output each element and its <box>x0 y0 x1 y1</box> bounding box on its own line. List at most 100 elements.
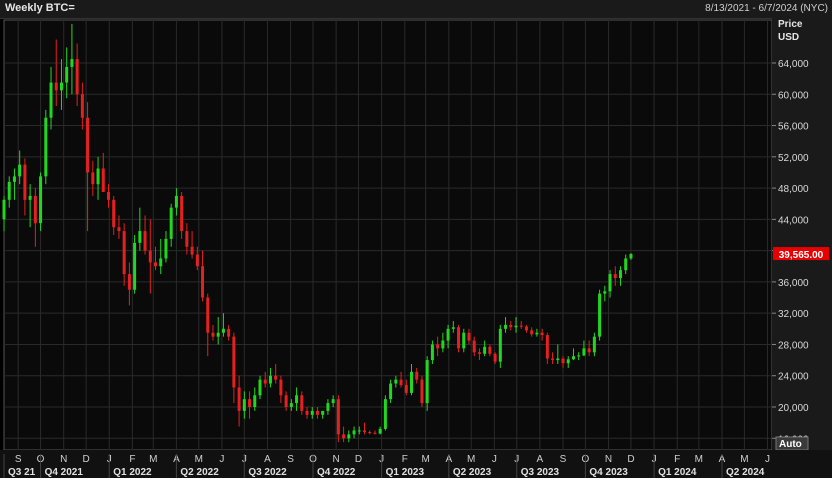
candle-body <box>295 395 299 404</box>
x-quarter-label: Q4 2021 <box>45 467 84 478</box>
x-month-label: M <box>149 454 157 465</box>
candle-body <box>514 325 518 328</box>
candle-body <box>368 432 372 434</box>
candle-body <box>143 231 147 251</box>
candle-body <box>519 325 523 327</box>
candle-body <box>195 254 199 267</box>
candle-body <box>540 332 544 336</box>
candle-body <box>65 66 69 83</box>
x-quarter-label: Q3 2022 <box>248 467 287 478</box>
candle-body <box>624 258 628 271</box>
candle-body <box>59 82 63 91</box>
candle-body <box>216 332 220 337</box>
candle-body <box>446 328 450 341</box>
candle-body <box>164 238 168 259</box>
candle-body <box>300 395 304 411</box>
y-tick-label: 36,000 <box>778 278 809 289</box>
candle-body <box>206 297 210 333</box>
x-month-label: N <box>605 454 612 465</box>
x-month-label: M <box>695 454 703 465</box>
last-price-tag: 39,565.00 <box>773 247 829 261</box>
candle-body <box>268 375 272 384</box>
candle-body <box>122 231 126 275</box>
candle-body <box>138 231 142 243</box>
x-quarter-label: Q1 2024 <box>658 467 697 478</box>
candle-body <box>551 358 555 361</box>
x-month-label: M <box>195 454 203 465</box>
candle-body <box>54 82 58 91</box>
candle-body <box>289 403 293 407</box>
candle-body <box>577 355 581 357</box>
x-quarter-label: Q3 2023 <box>521 467 560 478</box>
candle-body <box>362 430 366 433</box>
candle-body <box>336 399 340 435</box>
candle-body <box>410 371 414 393</box>
price-axis <box>772 18 832 450</box>
candle-body <box>185 231 189 247</box>
candle-body <box>28 195 32 200</box>
auto-scale-label[interactable]: Auto <box>779 439 802 450</box>
x-month-label: M <box>740 454 748 465</box>
candle-body <box>180 195 184 232</box>
candle-body <box>101 168 105 192</box>
candle-body <box>39 176 43 224</box>
x-month-label: A <box>537 454 544 465</box>
candle-body <box>248 399 252 407</box>
candle-body <box>133 242 137 290</box>
candle-body <box>227 328 231 337</box>
y-tick-label: 60,000 <box>778 90 809 101</box>
candle-body <box>49 82 53 118</box>
candle-body <box>2 199 6 220</box>
candle-body <box>357 430 361 432</box>
x-month-label: J <box>765 454 770 465</box>
candle-body <box>488 346 492 354</box>
candle-body <box>169 207 173 239</box>
x-month-label: M <box>467 454 475 465</box>
candle-body <box>451 327 455 329</box>
candle-body <box>556 358 560 361</box>
candle-body <box>618 270 622 278</box>
candle-body <box>352 430 356 435</box>
candle-body <box>112 199 116 228</box>
candle-body <box>18 164 22 177</box>
y-tick-label: 28,000 <box>778 340 809 351</box>
x-quarter-label: Q2 2023 <box>453 467 492 478</box>
x-quarter-label: Q2 2022 <box>180 467 219 478</box>
date-range[interactable]: 8/13/2021 - 6/7/2024 (NYC) <box>705 3 828 14</box>
candle-body <box>33 195 37 224</box>
candle-body <box>321 410 325 415</box>
candle-body <box>383 399 387 429</box>
x-quarter-label: Q2 2024 <box>726 467 765 478</box>
candle-body <box>561 358 565 364</box>
x-month-label: D <box>627 454 634 465</box>
candle-body <box>457 327 461 349</box>
candle-body <box>441 340 445 349</box>
y-tick-label: 48,000 <box>778 184 809 195</box>
x-month-label: A <box>264 454 271 465</box>
candle-body <box>430 344 434 361</box>
candle-body <box>467 332 471 341</box>
price-chart[interactable]: Price USD 16,00020,00024,00028,00032,000… <box>0 18 832 478</box>
price-axis-label: Price <box>778 19 803 30</box>
x-month-label: J <box>219 454 224 465</box>
candle-body <box>211 332 215 337</box>
candle-body <box>436 344 440 349</box>
candle-body <box>23 164 27 200</box>
chart-title: Weekly BTC= <box>5 2 75 14</box>
candle-body <box>242 399 246 411</box>
candle-body <box>629 254 633 259</box>
candle-body <box>498 328 502 362</box>
x-month-label: F <box>402 454 408 465</box>
candle-body <box>284 395 288 407</box>
candle-body <box>148 250 152 263</box>
x-quarter-label: Q4 2023 <box>589 467 628 478</box>
x-month-label: S <box>15 454 22 465</box>
chart-header: Weekly BTC= 8/13/2021 - 6/7/2024 (NYC) <box>0 0 832 19</box>
candle-body <box>44 117 48 177</box>
candle-body <box>117 227 121 232</box>
x-month-label: F <box>129 454 135 465</box>
candle-body <box>493 353 497 362</box>
candle-body <box>603 291 607 294</box>
x-month-label: D <box>82 454 89 465</box>
candle-body <box>12 176 16 182</box>
